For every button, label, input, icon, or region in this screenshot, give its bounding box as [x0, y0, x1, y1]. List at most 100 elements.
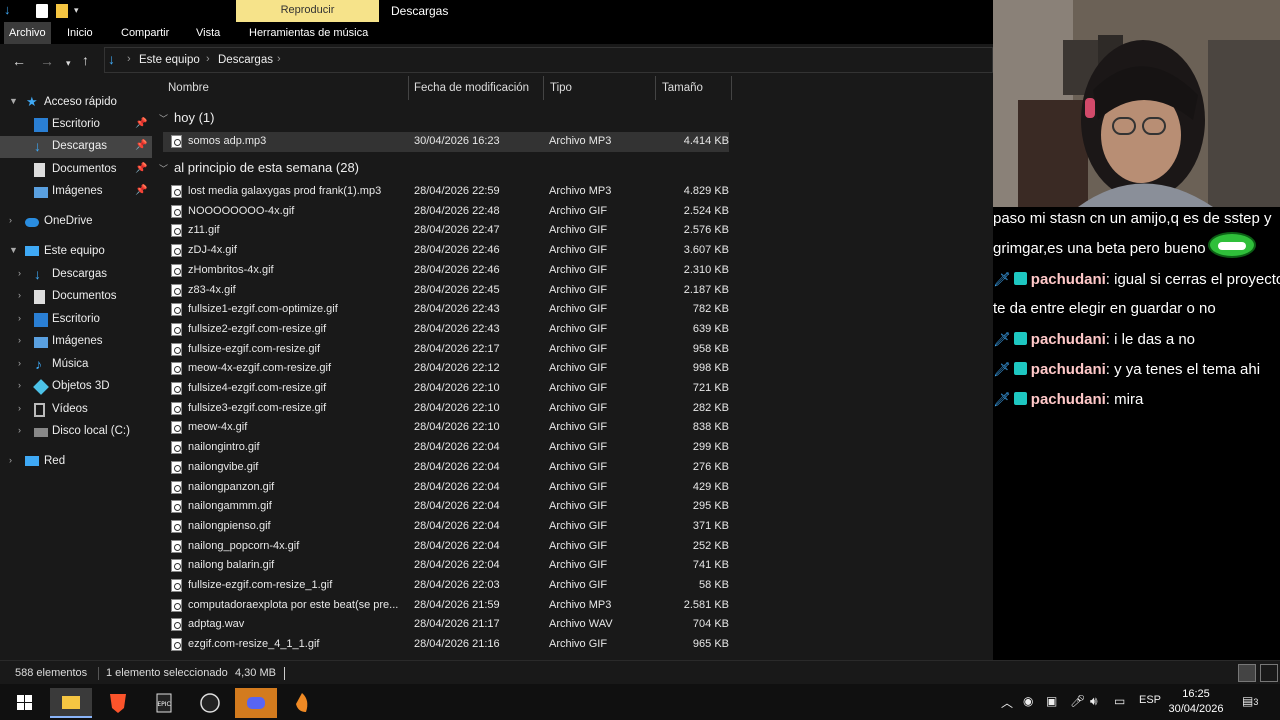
new-folder-icon[interactable] — [56, 4, 68, 18]
file-row[interactable]: z11.gif 28/04/2026 22:47 Archivo GIF 2.576 … — [163, 221, 729, 241]
file-row[interactable]: fullsize3-ezgif.com-resize.gif 28/04/2026… — [163, 399, 729, 419]
nav-pc-escritorio[interactable]: › Escritorio — [0, 309, 152, 331]
details-view-icon[interactable] — [1238, 664, 1256, 682]
file-row[interactable]: nailongpanzon.gif 28/04/2026 22:04 Archivo… — [163, 478, 729, 498]
chevron-right-icon[interactable]: › — [18, 425, 21, 435]
nav-pc-imagenes[interactable]: › Imágenes — [0, 331, 152, 353]
chat-username[interactable]: pachudani — [1031, 271, 1106, 288]
file-row[interactable]: fullsize2-ezgif.com-resize.gif 28/04/2026… — [163, 320, 729, 340]
nav-red[interactable]: › Red — [0, 451, 152, 473]
notifications-icon[interactable]: ▤3 — [1242, 694, 1258, 708]
breadcrumb-separator-icon[interactable]: › — [277, 53, 281, 65]
file-row[interactable]: nailongammm.gif 28/04/2026 22:04 Archivo G… — [163, 497, 729, 517]
up-arrow-icon[interactable]: ↑ — [82, 52, 89, 68]
chevron-right-icon[interactable]: › — [18, 358, 21, 368]
chat-username[interactable]: pachudani — [1031, 361, 1106, 378]
microphone-icon[interactable]: 🎤︎ — [1070, 694, 1085, 708]
group-header-semana[interactable]: ﹀ al principio de esta semana (28) — [159, 160, 359, 175]
chevron-down-icon[interactable]: ▼ — [9, 245, 18, 255]
chat-username[interactable]: pachudani — [1031, 331, 1106, 348]
nav-pc-descargas[interactable]: › ↓ Descargas — [0, 264, 152, 286]
nav-pc-documentos[interactable]: › Documentos — [0, 286, 152, 308]
column-divider[interactable] — [543, 76, 544, 100]
properties-icon[interactable] — [36, 4, 48, 18]
chevron-right-icon[interactable]: › — [18, 290, 21, 300]
file-row[interactable]: lost media galaxygas prod frank(1).mp3 28… — [163, 182, 729, 202]
file-row[interactable]: zHombritos-4x.gif 28/04/2026 22:46 Archivo… — [163, 261, 729, 281]
chevron-right-icon[interactable]: › — [9, 455, 12, 465]
epic-games-icon[interactable]: EPIC — [143, 688, 185, 718]
breadcrumb[interactable]: ↓ › Este equipo › Descargas › — [104, 47, 993, 73]
breadcrumb-descargas[interactable]: Descargas — [218, 54, 273, 66]
tab-vista[interactable]: Vista — [191, 22, 225, 44]
chevron-down-icon[interactable]: ﹀ — [159, 112, 168, 125]
context-tab-reproducir[interactable]: Reproducir — [236, 0, 379, 22]
nav-pc-videos[interactable]: › Vídeos — [0, 399, 152, 421]
column-header-nombre[interactable]: Nombre — [168, 82, 209, 94]
chevron-right-icon[interactable]: › — [9, 215, 12, 225]
file-row[interactable]: NOOOOOOOO-4x.gif 28/04/2026 22:48 Archivo … — [163, 202, 729, 222]
nav-quick-imagenes[interactable]: Imágenes 📌 — [0, 181, 152, 203]
file-row[interactable]: nailongvibe.gif 28/04/2026 22:04 Archivo G… — [163, 458, 729, 478]
app-tray-icon[interactable]: ▣ — [1046, 694, 1057, 708]
file-row[interactable]: z83-4x.gif 28/04/2026 22:45 Archivo GIF 2.1… — [163, 281, 729, 301]
nav-pc-musica[interactable]: › ♪ Música — [0, 354, 152, 376]
file-row[interactable]: fullsize-ezgif.com-resize_1.gif 28/04/202… — [163, 576, 729, 596]
recent-locations-icon[interactable]: ▾ — [66, 55, 71, 71]
chevron-right-icon[interactable]: › — [18, 335, 21, 345]
back-arrow-icon[interactable]: ← — [12, 53, 26, 69]
download-arrow-icon[interactable]: ↓ — [4, 2, 16, 17]
column-header-tamano[interactable]: Tamaño — [662, 82, 703, 94]
file-row[interactable]: meow-4x.gif 28/04/2026 22:10 Archivo GIF 83… — [163, 418, 729, 438]
breadcrumb-este-equipo[interactable]: Este equipo — [139, 54, 200, 66]
brave-browser-icon[interactable] — [97, 688, 139, 718]
volume-icon[interactable]: 🔊︎ — [1090, 694, 1098, 709]
nav-pc-disco-local[interactable]: › Disco local (C:) — [0, 421, 152, 443]
file-row[interactable]: computadoraexplota por este beat(se pre.… — [163, 596, 729, 616]
chevron-right-icon[interactable]: › — [18, 268, 21, 278]
nav-quick-documentos[interactable]: Documentos 📌 — [0, 159, 152, 181]
tab-herramientas-musica[interactable]: Herramientas de música — [244, 22, 373, 44]
file-row[interactable]: somos adp.mp3 30/04/2026 16:23 Archivo MP3… — [163, 132, 729, 152]
obs-studio-icon[interactable] — [189, 688, 231, 718]
file-row[interactable]: nailong balarin.gif 28/04/2026 22:04 Archi… — [163, 556, 729, 576]
nav-quick-escritorio[interactable]: Escritorio 📌 — [0, 114, 152, 136]
breadcrumb-separator-icon[interactable]: › — [206, 53, 210, 65]
large-icons-view-icon[interactable] — [1260, 664, 1278, 682]
file-row[interactable]: nailongintro.gif 28/04/2026 22:04 Archivo … — [163, 438, 729, 458]
file-row[interactable]: fullsize-ezgif.com-resize.gif 28/04/2026 … — [163, 340, 729, 360]
nav-onedrive[interactable]: › OneDrive — [0, 211, 152, 233]
windows-start-icon[interactable] — [4, 688, 46, 718]
breadcrumb-separator-icon[interactable]: › — [127, 53, 131, 65]
network-tray-icon[interactable]: ▭ — [1114, 694, 1125, 708]
show-hidden-icons-icon[interactable]: ︿ — [1001, 694, 1013, 711]
file-row[interactable]: adptag.wav 28/04/2026 21:17 Archivo WAV 704… — [163, 615, 729, 635]
tab-compartir[interactable]: Compartir — [116, 22, 174, 44]
chevron-right-icon[interactable]: › — [18, 380, 21, 390]
file-row[interactable]: ezgif.com-resize_4_1_1.gif 28/04/2026 21:… — [163, 635, 729, 655]
chevron-right-icon[interactable]: › — [18, 403, 21, 413]
tab-inicio[interactable]: Inicio — [62, 22, 98, 44]
clock[interactable]: 16:25 30/04/2026 — [1168, 687, 1224, 717]
customize-qat-icon[interactable]: ▾ — [74, 5, 86, 19]
nav-quick-descargas[interactable]: ↓ Descargas 📌 — [0, 136, 152, 158]
chevron-down-icon[interactable]: ﹀ — [159, 162, 168, 175]
discord-icon[interactable] — [235, 688, 277, 718]
column-divider[interactable] — [731, 76, 732, 100]
fl-studio-icon[interactable] — [281, 688, 323, 718]
column-header-fecha[interactable]: Fecha de modificación — [414, 82, 529, 94]
nav-este-equipo[interactable]: ▼ Este equipo — [0, 241, 152, 263]
file-row[interactable]: nailong_popcorn-4x.gif 28/04/2026 22:04 Ar… — [163, 537, 729, 557]
group-header-hoy[interactable]: ﹀ hoy (1) — [159, 110, 214, 125]
file-row[interactable]: fullsize4-ezgif.com-resize.gif 28/04/2026… — [163, 379, 729, 399]
nav-acceso-rapido[interactable]: ▼ ★ Acceso rápido — [0, 92, 152, 114]
file-row[interactable]: fullsize1-ezgif.com-optimize.gif 28/04/20… — [163, 300, 729, 320]
language-indicator[interactable]: ESP — [1139, 694, 1161, 706]
column-divider[interactable] — [408, 76, 409, 100]
file-row[interactable]: meow-4x-ezgif.com-resize.gif 28/04/2026 2… — [163, 359, 729, 379]
column-divider[interactable] — [655, 76, 656, 100]
file-row[interactable]: zDJ-4x.gif 28/04/2026 22:46 Archivo GIF 3.6… — [163, 241, 729, 261]
file-explorer-taskbar-icon[interactable] — [50, 688, 92, 718]
chevron-down-icon[interactable]: ▼ — [9, 96, 18, 106]
file-row[interactable]: nailongpienso.gif 28/04/2026 22:04 Archivo… — [163, 517, 729, 537]
